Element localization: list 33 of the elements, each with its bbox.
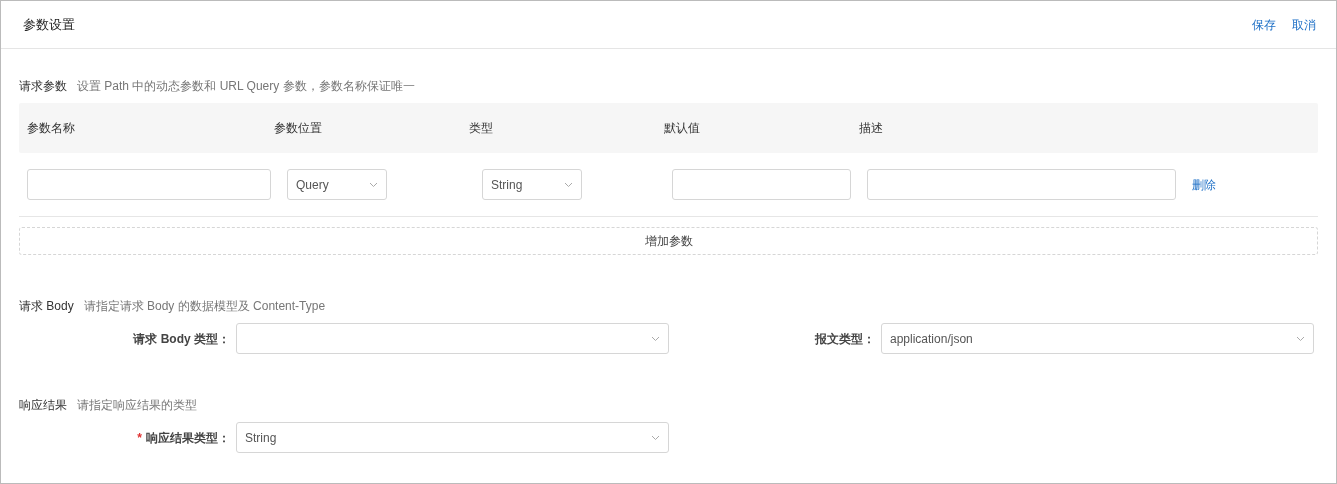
field-label: 报文类型： <box>815 331 875 346</box>
chevron-down-icon <box>651 335 660 342</box>
action-link[interactable]: 取消 <box>1292 15 1316 34</box>
input-field[interactable] <box>867 169 1176 200</box>
panel-title: 参数设置 <box>23 15 75 34</box>
delete-link[interactable]: 删除 <box>1192 177 1216 192</box>
section-title: 请求参数 <box>19 78 67 95</box>
required-mark: * <box>137 430 142 445</box>
input-field[interactable] <box>27 169 271 200</box>
field-label: 请求 Body 类型： <box>133 331 230 346</box>
column-header: 类型 <box>468 120 494 137</box>
chevron-down-icon <box>1296 335 1305 342</box>
section-title: 响应结果 <box>19 397 67 414</box>
section-title: 请求 Body <box>19 298 74 315</box>
section-description: 设置 Path 中的动态参数和 URL Query 参数，参数名称保证唯一 <box>77 78 415 95</box>
add-parameter-button[interactable]: 增加参数 <box>19 227 1318 255</box>
chevron-down-icon <box>369 181 378 188</box>
section-description: 请指定请求 Body 的数据模型及 Content-Type <box>83 298 326 315</box>
select-field[interactable] <box>236 323 669 354</box>
chevron-down-icon <box>564 181 573 188</box>
input-field[interactable] <box>672 169 851 200</box>
field-label: 响应结果类型： <box>146 430 230 445</box>
column-header: 参数位置 <box>273 120 323 137</box>
select-field[interactable]: String <box>236 422 669 453</box>
select-field[interactable]: application/json <box>881 323 1314 354</box>
chevron-down-icon <box>651 434 660 441</box>
column-header: 参数名称 <box>26 120 76 137</box>
select-field[interactable]: Query <box>287 169 387 200</box>
column-header: 描述 <box>858 120 884 137</box>
column-header: 默认值 <box>663 120 701 137</box>
action-link[interactable]: 保存 <box>1252 15 1276 34</box>
select-field[interactable]: String <box>482 169 582 200</box>
section-description: 请指定响应结果的类型 <box>77 397 197 414</box>
